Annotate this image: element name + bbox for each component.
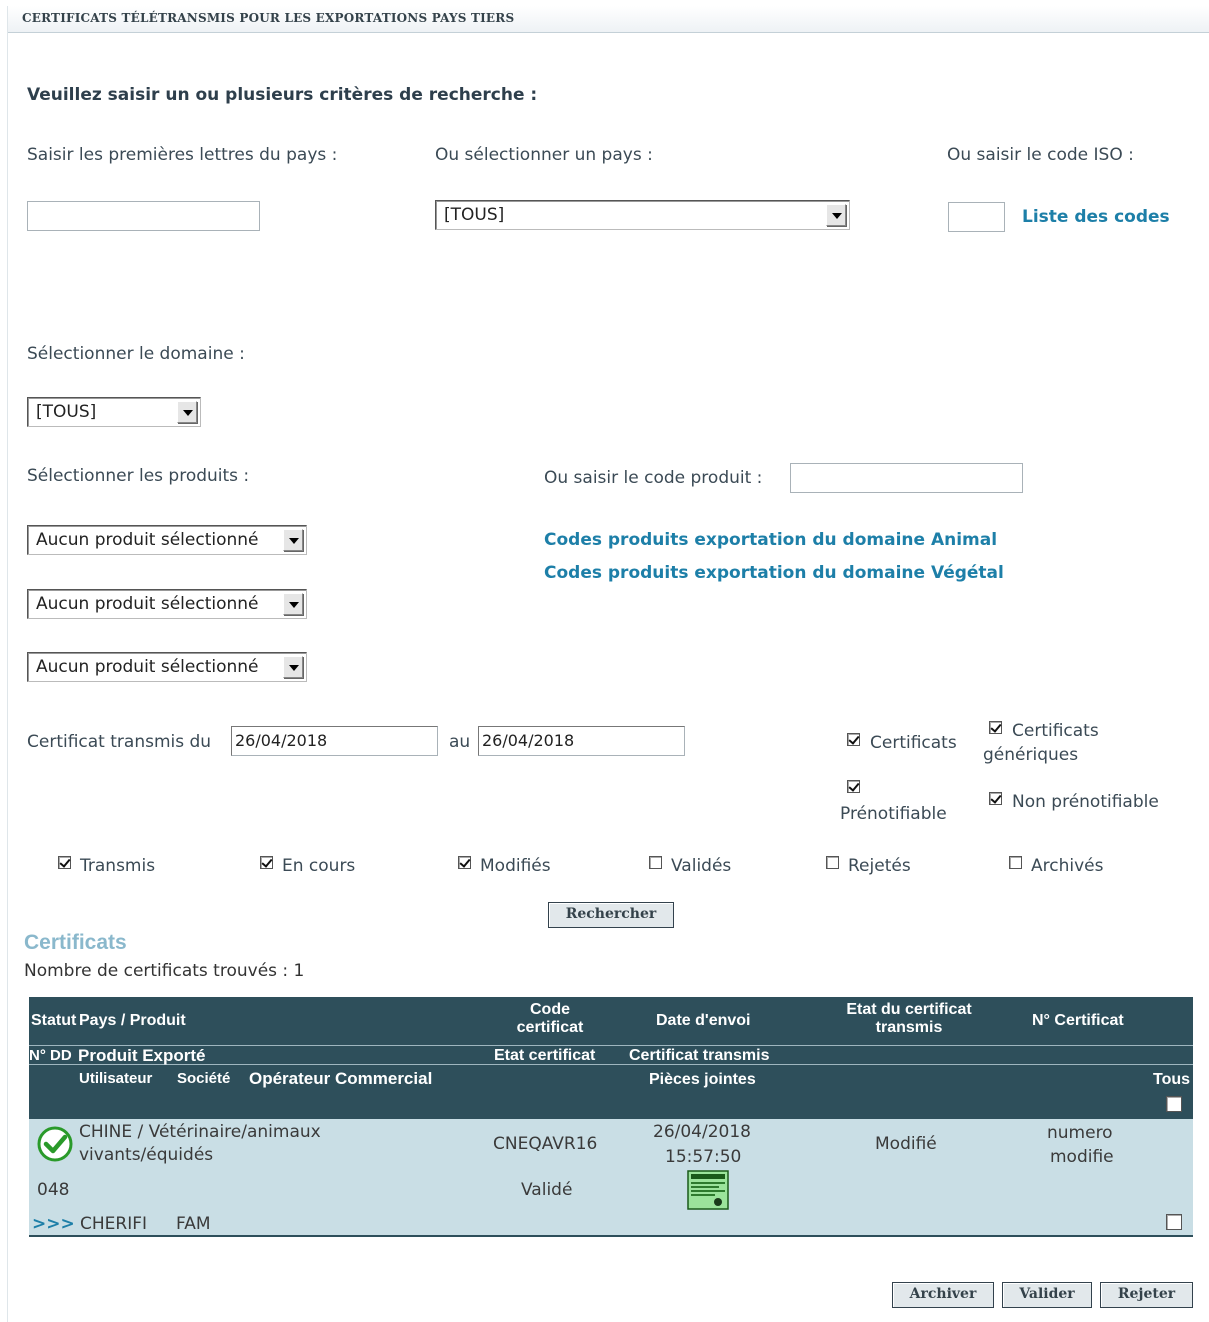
product-code-label: Ou saisir le code produit : [544, 468, 763, 488]
header-etat-certificat: Etat certificat [494, 1047, 596, 1064]
generic-certificats-checkbox[interactable] [989, 721, 1002, 734]
iso-label: Ou saisir le code ISO : [947, 145, 1134, 165]
archives-label: Archivés [1031, 856, 1104, 876]
product-select-value: Aucun produit sélectionné [36, 530, 259, 550]
header-date-envoi: Date d'envoi [656, 1012, 751, 1029]
prenotifiable-checkbox[interactable] [847, 780, 860, 793]
row-pays-line1: CHINE / Vétérinaire/animaux [79, 1122, 321, 1142]
codes-list-link[interactable]: Liste des codes [1022, 207, 1170, 227]
row-expand-link[interactable]: >>> [32, 1214, 75, 1234]
vegetal-codes-link[interactable]: Codes produits exportation du domaine Vé… [544, 563, 1004, 583]
country-letters-label: Saisir les premières lettres du pays : [27, 145, 338, 165]
modifies-checkbox[interactable] [458, 856, 471, 869]
header-ndd: N° DD [29, 1047, 72, 1064]
left-border [7, 6, 8, 1322]
product-select-2[interactable]: Aucun produit sélectionné [27, 589, 307, 619]
row-checkbox[interactable] [1166, 1214, 1182, 1230]
row-societe: FAM [176, 1214, 211, 1234]
country-select[interactable]: [TOUS] [435, 200, 850, 230]
country-letters-input[interactable] [27, 201, 260, 231]
header-utilisateur: Utilisateur [79, 1070, 153, 1087]
product-select-1[interactable]: Aucun produit sélectionné [27, 525, 307, 555]
domain-label: Sélectionner le domaine : [27, 344, 245, 364]
en-cours-label: En cours [282, 856, 356, 876]
header-certificat-transmis: Certificat transmis [629, 1047, 770, 1064]
row-code: CNEQAVR16 [493, 1134, 598, 1154]
row-utilisateur: CHERIFI [80, 1214, 148, 1234]
page-header: CERTIFICATS TÉLÉTRANSMIS POUR LES EXPORT… [8, 6, 1209, 33]
generic-certificats-label-1: Certificats [1012, 721, 1099, 741]
header-code-certificat: Code certificat [516, 1001, 584, 1036]
table-header-row [29, 997, 1193, 1045]
date-from-label: Certificat transmis du [27, 732, 212, 752]
archives-checkbox[interactable] [1009, 856, 1022, 869]
date-to-label: au [449, 732, 471, 752]
archive-button[interactable]: Archiver [892, 1282, 994, 1308]
products-label: Sélectionner les produits : [27, 466, 250, 486]
chevron-down-icon [283, 529, 303, 551]
select-all-checkbox[interactable] [1166, 1096, 1182, 1112]
chevron-down-icon [177, 401, 197, 423]
chevron-down-icon [283, 593, 303, 615]
row-etat-certificat: Validé [521, 1180, 573, 1200]
header-tous: Tous [1153, 1071, 1191, 1088]
validate-button[interactable]: Valider [1002, 1282, 1092, 1308]
header-pays-produit: Pays / Produit [79, 1012, 186, 1029]
header-operateur: Opérateur Commercial [249, 1069, 433, 1088]
date-to-input[interactable]: 26/04/2018 [478, 726, 685, 756]
product-select-3[interactable]: Aucun produit sélectionné [27, 652, 307, 682]
domain-select-value: [TOUS] [36, 402, 97, 422]
results-table: Statut Pays / Produit Code certificat Da… [29, 997, 1193, 1239]
row-ndd: 048 [37, 1180, 70, 1200]
product-select-value: Aucun produit sélectionné [36, 657, 259, 677]
date-from-input[interactable]: 26/04/2018 [231, 726, 438, 756]
transmis-checkbox[interactable] [58, 856, 71, 869]
chevron-down-icon [826, 204, 846, 226]
animal-codes-link[interactable]: Codes produits exportation du domaine An… [544, 530, 997, 550]
valides-label: Validés [671, 856, 732, 876]
generic-certificats-label-2: génériques [983, 745, 1079, 765]
valid-status-icon [37, 1126, 73, 1162]
country-select-label: Ou sélectionner un pays : [435, 145, 653, 165]
transmis-label: Transmis [80, 856, 156, 876]
iso-code-input[interactable] [948, 202, 1005, 232]
modifies-label: Modifiés [480, 856, 551, 876]
search-button[interactable]: Rechercher [548, 902, 674, 928]
certificats-checkbox[interactable] [847, 733, 860, 746]
product-code-input[interactable] [790, 463, 1023, 493]
country-select-value: [TOUS] [444, 205, 505, 225]
certificats-label: Certificats [870, 733, 957, 753]
row-numero-line2: modifie [1050, 1147, 1114, 1167]
row-pays-line2: vivants/équidés [79, 1145, 214, 1165]
header-produit-exporte: Produit Exporté [78, 1046, 206, 1065]
search-heading: Veuillez saisir un ou plusieurs critères… [27, 85, 538, 105]
row-etat: Modifié [875, 1134, 937, 1154]
attachment-document-icon[interactable] [687, 1170, 729, 1210]
header-pieces-jointes: Pièces jointes [649, 1071, 756, 1088]
prenotifiable-label: Prénotifiable [840, 804, 947, 824]
results-count: Nombre de certificats trouvés : 1 [24, 961, 305, 981]
product-select-value: Aucun produit sélectionné [36, 594, 259, 614]
non-prenotifiable-checkbox[interactable] [989, 792, 1002, 805]
header-numero: N° Certificat [1032, 1012, 1124, 1029]
valides-checkbox[interactable] [649, 856, 662, 869]
chevron-down-icon [283, 656, 303, 678]
row-time: 15:57:50 [665, 1147, 742, 1167]
header-societe: Société [177, 1070, 231, 1087]
en-cours-checkbox[interactable] [260, 856, 273, 869]
domain-select[interactable]: [TOUS] [27, 397, 201, 427]
rejetes-checkbox[interactable] [826, 856, 839, 869]
header-etat-transmis: Etat du certificat transmis [846, 1001, 972, 1036]
rejetes-label: Rejetés [848, 856, 911, 876]
results-title: Certificats [24, 931, 127, 954]
row-date: 26/04/2018 [653, 1122, 751, 1142]
non-prenotifiable-label: Non prénotifiable [1012, 792, 1159, 812]
row-numero-line1: numero [1047, 1123, 1113, 1143]
header-statut: Statut [31, 1012, 77, 1029]
reject-button[interactable]: Rejeter [1100, 1282, 1193, 1308]
